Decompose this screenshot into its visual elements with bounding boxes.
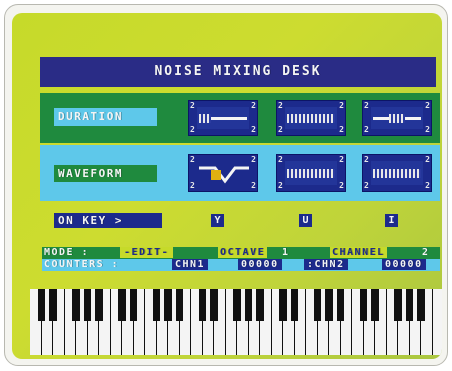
black-key[interactable] <box>290 289 299 321</box>
octave-label: OCTAVE <box>218 247 268 258</box>
key-u-button[interactable]: U <box>299 214 312 227</box>
selection-cursor <box>211 170 221 180</box>
waveform-label: WAVEFORM <box>58 167 123 180</box>
monitor-frame: NOISE MIXING DESK DURATION 2 2 2 2 2 2 2 <box>4 4 448 366</box>
waveform-label-box: WAVEFORM <box>54 165 157 182</box>
waveform-slot-1[interactable]: 2 2 2 2 <box>188 154 258 192</box>
black-key[interactable] <box>118 289 126 321</box>
black-key[interactable] <box>152 289 161 321</box>
mode-label: MODE : <box>44 247 90 258</box>
black-key[interactable] <box>233 289 241 321</box>
mode-line: MODE : -EDIT- OCTAVE 1 CHANNEL 2 <box>42 247 440 259</box>
black-key[interactable] <box>198 289 207 321</box>
black-key[interactable] <box>313 289 322 321</box>
piano-keyboard[interactable] <box>30 289 442 355</box>
duration-slot-3[interactable]: 2 2 2 2 <box>362 100 432 136</box>
page-title: NOISE MIXING DESK <box>154 64 322 79</box>
black-key[interactable] <box>256 289 264 321</box>
black-key[interactable] <box>83 289 92 321</box>
black-key[interactable] <box>405 289 414 321</box>
black-key[interactable] <box>129 289 138 321</box>
black-key[interactable] <box>37 289 46 321</box>
waveform-band: WAVEFORM 2 2 2 2 2 2 2 2 2 2 2 2 <box>40 145 440 201</box>
duration-label-box: DURATION <box>54 108 157 126</box>
mode-value: -EDIT- <box>120 247 174 258</box>
duration-slot-1[interactable]: 2 2 2 2 <box>188 100 258 136</box>
waveform-slot-2[interactable]: 2 2 2 2 <box>276 154 346 192</box>
chn2-label: :CHN2 <box>304 259 348 270</box>
v-wave-icon <box>199 166 249 184</box>
chn1-label: CHN1 <box>172 259 209 270</box>
black-key[interactable] <box>325 289 333 321</box>
black-key[interactable] <box>49 289 57 321</box>
on-key-label-box: ON KEY > <box>54 213 162 228</box>
duration-band: DURATION 2 2 2 2 2 2 2 2 2 2 2 2 <box>40 93 440 143</box>
black-key[interactable] <box>279 289 287 321</box>
counters-label: COUNTERS : <box>44 259 120 270</box>
black-key[interactable] <box>417 289 425 321</box>
duration-label: DURATION <box>58 110 123 123</box>
title-bar: NOISE MIXING DESK <box>40 57 436 87</box>
black-key[interactable] <box>210 289 218 321</box>
channel-value: 2 <box>422 247 430 258</box>
duration-slot-2[interactable]: 2 2 2 2 <box>276 100 346 136</box>
game-screen: NOISE MIXING DESK DURATION 2 2 2 2 2 2 2 <box>12 13 442 359</box>
white-key[interactable] <box>433 289 443 355</box>
key-i-button[interactable]: I <box>385 214 398 227</box>
black-key[interactable] <box>244 289 253 321</box>
channel-label: CHANNEL <box>330 247 387 258</box>
status-panel: MODE : -EDIT- OCTAVE 1 CHANNEL 2 COUNTER… <box>42 247 440 273</box>
black-key[interactable] <box>336 289 345 321</box>
counters-line: COUNTERS : CHN1 00000 :CHN2 00000 <box>42 259 440 271</box>
black-key[interactable] <box>72 289 80 321</box>
on-key-label: ON KEY > <box>58 214 123 227</box>
black-key[interactable] <box>371 289 379 321</box>
black-key[interactable] <box>95 289 103 321</box>
octave-value: 1 <box>282 247 290 258</box>
waveform-slot-3[interactable]: 2 2 2 2 <box>362 154 432 192</box>
black-key[interactable] <box>164 289 172 321</box>
black-key[interactable] <box>394 289 402 321</box>
chn1-value: 00000 <box>238 259 282 270</box>
black-key[interactable] <box>359 289 368 321</box>
key-y-button[interactable]: Y <box>211 214 224 227</box>
black-key[interactable] <box>175 289 184 321</box>
chn2-value: 00000 <box>382 259 426 270</box>
